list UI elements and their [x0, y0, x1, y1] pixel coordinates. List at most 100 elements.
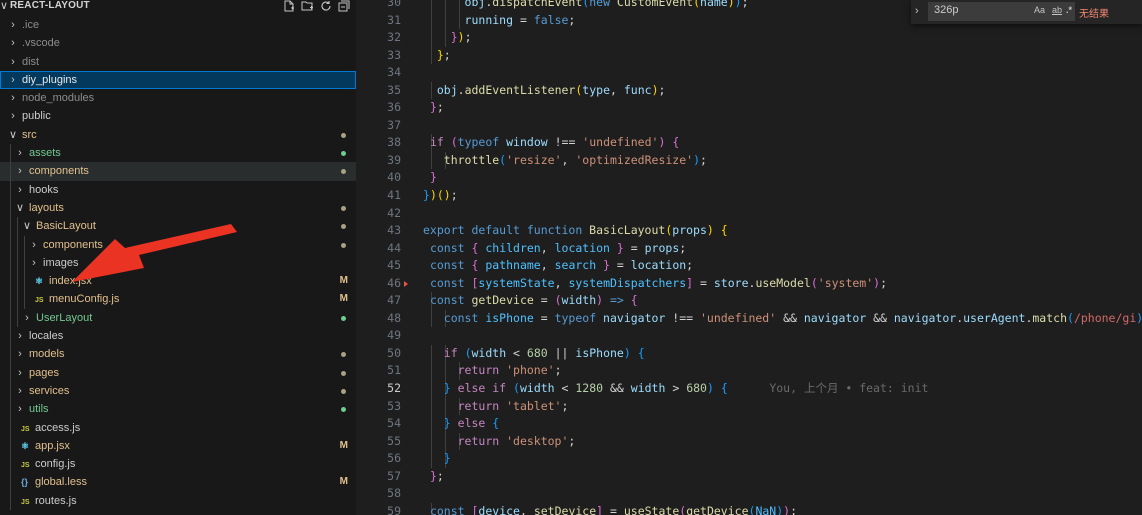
code-line[interactable]: 39 throttle('resize', 'optimizedResize')… — [364, 151, 1142, 170]
indent-guide — [24, 290, 25, 309]
toggle-replace-icon[interactable]: › — [915, 5, 919, 17]
tree-folder[interactable]: ∨ layouts — [0, 198, 356, 218]
chevron-down-icon[interactable]: ∨ — [0, 0, 8, 12]
tree-file[interactable]: JS config.js — [0, 455, 356, 474]
chevron-right-icon[interactable]: › — [15, 183, 25, 197]
chevron-right-icon[interactable]: › — [8, 18, 18, 32]
tree-folder[interactable]: › components — [0, 162, 356, 181]
code-line[interactable]: 46 const [systemState, systemDispatchers… — [364, 275, 1142, 293]
chevron-right-icon[interactable]: › — [29, 238, 39, 252]
tree-folder[interactable]: ∨ src — [0, 126, 356, 144]
code-line[interactable]: 32 }); — [364, 29, 1142, 47]
chevron-right-icon[interactable]: › — [15, 366, 25, 380]
code-line[interactable]: 43 export default function BasicLayout(pr… — [364, 222, 1142, 240]
code-line[interactable]: 37 — [364, 117, 1142, 135]
code-line[interactable]: 55 return 'desktop'; — [364, 432, 1142, 451]
code-line[interactable]: 47 const getDevice = (width) => { — [364, 292, 1142, 310]
code-line[interactable]: 38 if (typeof window !== 'undefined') { — [364, 134, 1142, 152]
tree-file[interactable]: ⚛ app.jsx M — [0, 436, 356, 456]
chevron-right-icon[interactable]: › — [8, 36, 18, 50]
code-line[interactable]: 35 obj.addEventListener(type, func); — [364, 81, 1142, 100]
code-line[interactable]: 44 const { children, location } = props; — [364, 240, 1142, 258]
chevron-down-icon[interactable]: ∨ — [8, 128, 18, 142]
code-line[interactable]: 57 }; — [364, 468, 1142, 486]
tree-folder[interactable]: › locales — [0, 327, 356, 346]
use-regex-button[interactable]: .* — [1066, 5, 1072, 15]
chevron-right-icon[interactable]: › — [29, 256, 39, 270]
refresh-icon[interactable] — [320, 0, 332, 12]
chevron-right-icon[interactable]: › — [8, 55, 18, 69]
chevron-right-icon[interactable]: › — [15, 329, 25, 343]
chevron-right-icon[interactable]: › — [8, 109, 18, 123]
tree-folder[interactable]: ∨ BasicLayout — [0, 217, 356, 236]
tree-file[interactable]: ⚛ index.jsx M — [0, 272, 356, 291]
tree-folder[interactable]: › hooks — [0, 180, 356, 199]
code-line[interactable]: 49 — [364, 327, 1142, 345]
new-file-icon[interactable] — [283, 0, 295, 12]
code-line[interactable]: 40 } — [364, 169, 1142, 187]
tree-folder[interactable]: › dist — [0, 53, 356, 71]
match-case-button[interactable]: Aa — [1034, 5, 1045, 15]
tree-folder[interactable]: › diy_plugins — [0, 70, 356, 90]
new-folder-icon[interactable] — [301, 0, 314, 12]
tree-file[interactable]: JS menuConfig.js M — [0, 290, 356, 309]
chevron-right-icon[interactable]: › — [22, 311, 32, 325]
tree-folder[interactable]: › components — [0, 235, 356, 254]
code-line[interactable]: 53 return 'tablet'; — [364, 397, 1142, 416]
tree-folder[interactable]: › UserLayout — [0, 308, 356, 328]
code-token: , — [561, 152, 576, 167]
code-line[interactable]: 56 } — [364, 450, 1142, 468]
collapse-all-icon[interactable] — [338, 0, 350, 12]
tree-folder[interactable]: › services — [0, 381, 356, 401]
js-file-icon: JS — [35, 297, 44, 305]
code-line[interactable]: 52 } else if (width < 1280 && width > 68… — [364, 380, 1142, 398]
indent-guide — [10, 162, 11, 181]
find-input[interactable]: 326p Aa ab .* — [928, 2, 1075, 21]
chevron-down-icon[interactable]: ∨ — [22, 219, 32, 233]
code-line[interactable]: 42 — [364, 205, 1142, 223]
code-line[interactable]: 34 — [364, 64, 1142, 82]
tree-folder[interactable]: › assets — [0, 144, 356, 163]
find-query[interactable]: 326p — [934, 4, 958, 16]
code-token: const — [443, 310, 486, 325]
code-text: }; — [423, 47, 451, 65]
chevron-right-icon[interactable]: › — [15, 347, 25, 361]
chevron-right-icon[interactable]: › — [15, 164, 25, 178]
chevron-right-icon[interactable]: › — [8, 91, 18, 105]
code-line[interactable]: 58 — [364, 485, 1142, 503]
code-line[interactable]: 48 const isPhone = typeof navigator !== … — [364, 309, 1142, 328]
tree-folder[interactable]: › utils — [0, 400, 356, 419]
code-line[interactable]: 41})(); — [364, 187, 1142, 205]
git-status-dot — [341, 169, 346, 175]
chevron-right-icon[interactable]: › — [8, 73, 18, 87]
tree-folder[interactable]: › models — [0, 345, 356, 364]
code-line[interactable]: 50 if (width < 680 || isPhone) { — [364, 344, 1142, 363]
chevron-down-icon[interactable]: ∨ — [15, 201, 25, 215]
code-line[interactable]: 33 }; — [364, 46, 1142, 65]
match-whole-word-button[interactable]: ab — [1052, 5, 1062, 15]
react-file-icon: ⚛ — [35, 276, 44, 287]
tree-file[interactable]: JS access.js — [0, 418, 356, 437]
tree-folder[interactable]: › .vscode — [0, 34, 356, 52]
code-line[interactable]: 36 }; — [364, 99, 1142, 117]
chevron-right-icon[interactable]: › — [15, 402, 25, 416]
line-number: 35 — [387, 82, 401, 97]
tree-file[interactable]: JS routes.js — [0, 491, 356, 511]
explorer-header[interactable]: ∨ REACT-LAYOUT — [0, 0, 356, 15]
tree-file[interactable]: {} global.less M — [0, 473, 356, 492]
tree-folder[interactable]: › node_modules — [0, 89, 356, 107]
chevron-right-icon[interactable]: › — [15, 146, 25, 160]
code-line[interactable]: 59 const [device, setDevice] = useState(… — [364, 502, 1142, 515]
tree-item-label: app.jsx — [35, 439, 70, 452]
tree-folder[interactable]: › .ice — [0, 16, 356, 34]
tree-folder[interactable]: › images — [0, 253, 356, 273]
chevron-right-icon[interactable]: › — [15, 384, 25, 398]
code-editor[interactable]: 30 obj.dispatchEvent(new CustomEvent(nam… — [364, 0, 1142, 515]
code-line[interactable]: 51 return 'phone'; — [364, 362, 1142, 381]
gutter-change-marker[interactable] — [404, 280, 408, 287]
tree-folder[interactable]: › public — [0, 107, 356, 125]
code-line[interactable]: 54 } else { — [364, 415, 1142, 433]
code-token: setDevice — [533, 503, 597, 515]
code-line[interactable]: 45 const { pathname, search } = location… — [364, 257, 1142, 275]
tree-folder[interactable]: › pages — [0, 363, 356, 382]
